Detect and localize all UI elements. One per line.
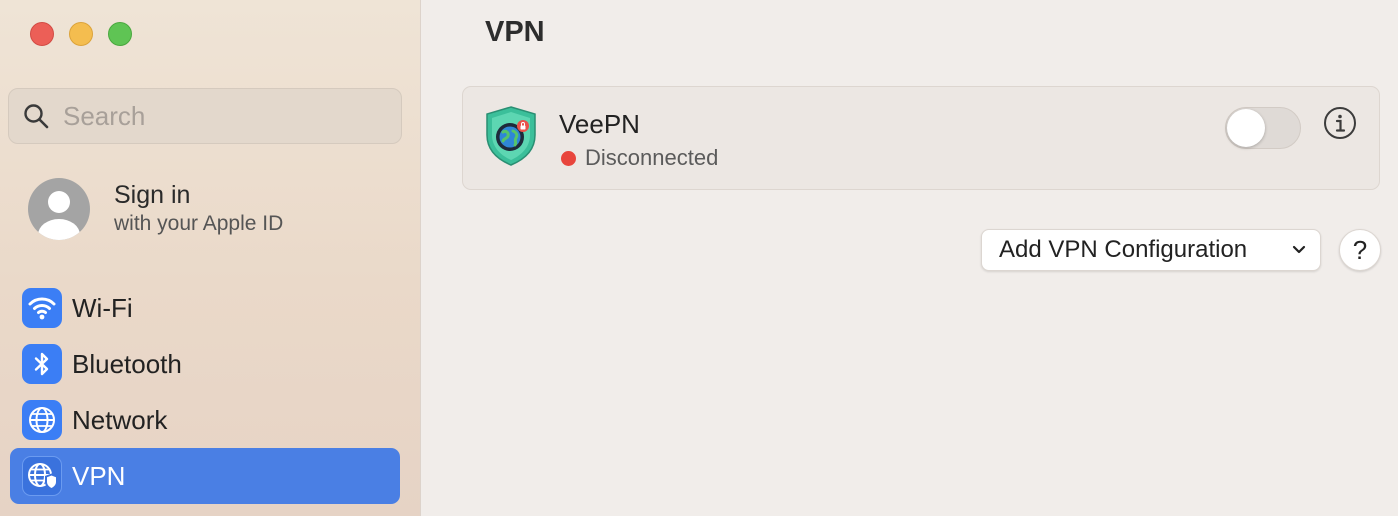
apple-id-signin[interactable]: Sign in with your Apple ID <box>28 178 283 240</box>
wifi-icon <box>22 288 62 328</box>
sidebar-item-bluetooth[interactable]: Bluetooth <box>10 336 400 392</box>
globe-icon <box>22 400 62 440</box>
sidebar-item-wifi[interactable]: Wi-Fi <box>10 280 400 336</box>
signin-title: Sign in <box>114 181 191 209</box>
sidebar-item-network[interactable]: Network <box>10 392 400 448</box>
page-title: VPN <box>485 16 545 48</box>
person-icon <box>38 191 80 240</box>
vpn-service-name: VeePN <box>559 109 640 139</box>
vpn-service-row: VeePN Disconnected <box>462 86 1380 190</box>
vpn-status: Disconnected <box>561 145 718 171</box>
status-indicator-dot <box>561 150 576 166</box>
signin-subtitle: with your Apple ID <box>114 212 284 235</box>
status-text: Disconnected <box>585 145 719 170</box>
minimize-window-button[interactable] <box>69 22 93 46</box>
add-vpn-configuration-button[interactable]: Add VPN Configuration <box>981 229 1321 271</box>
search-field[interactable]: Search <box>8 88 402 144</box>
vpn-enable-toggle[interactable] <box>1225 107 1301 149</box>
help-button[interactable]: ? <box>1339 229 1381 271</box>
search-icon <box>24 104 49 129</box>
close-window-button[interactable] <box>30 22 54 46</box>
sidebar-nav: Wi-Fi Bluetooth Network VPN <box>10 280 400 504</box>
sidebar-item-label: Bluetooth <box>72 348 182 379</box>
sidebar: Search Sign in with your Apple ID Wi-Fi … <box>0 0 421 516</box>
bluetooth-icon <box>22 344 62 384</box>
sidebar-item-label: Network <box>72 404 168 435</box>
search-placeholder: Search <box>63 100 146 131</box>
sidebar-item-vpn[interactable]: VPN <box>10 448 400 504</box>
sidebar-item-label: Wi-Fi <box>72 292 133 323</box>
chevron-down-icon <box>1292 245 1306 254</box>
vpn-globe-shield-icon <box>22 456 62 496</box>
info-icon[interactable] <box>1323 106 1357 140</box>
veepn-logo-icon <box>486 106 536 166</box>
add-vpn-configuration-label: Add VPN Configuration <box>999 236 1248 263</box>
zoom-window-button[interactable] <box>108 22 132 46</box>
toggle-knob <box>1227 109 1265 147</box>
window-controls <box>30 22 132 46</box>
sidebar-item-label: VPN <box>72 460 126 491</box>
avatar <box>28 178 90 240</box>
